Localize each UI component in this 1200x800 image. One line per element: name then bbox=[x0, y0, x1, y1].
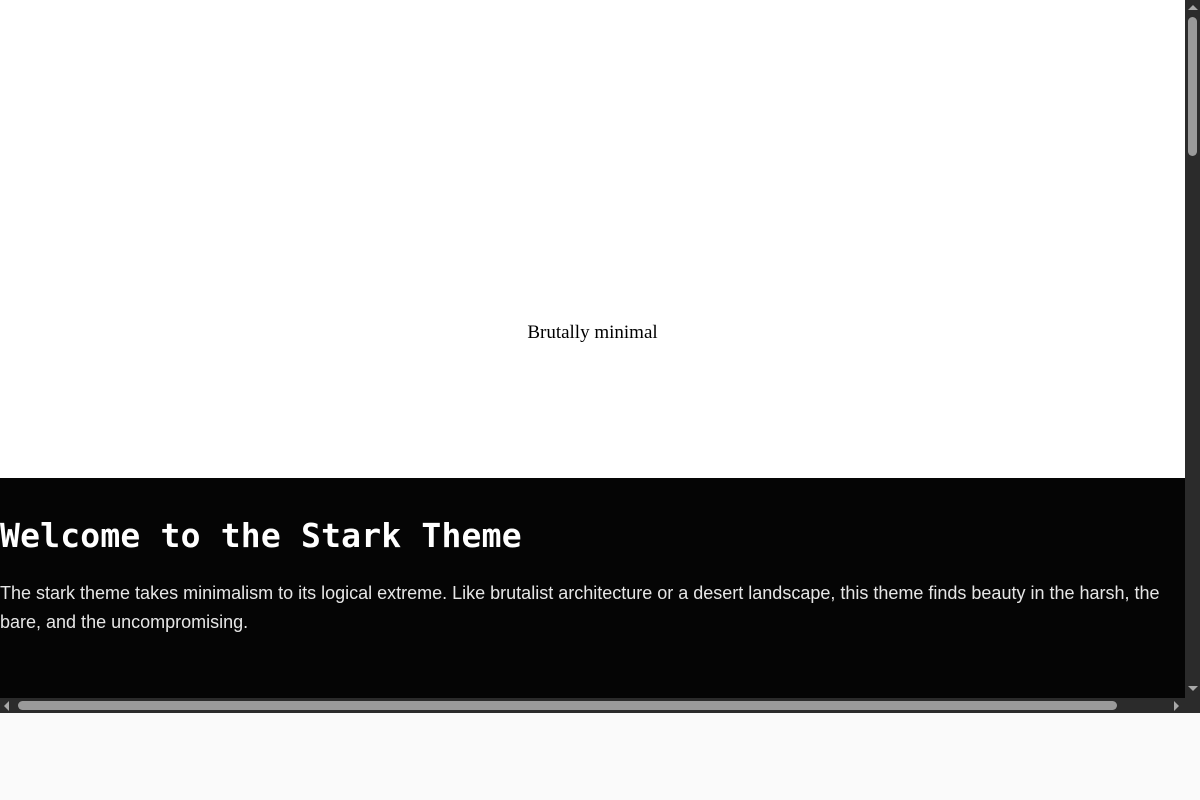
hero-caption: Brutally minimal bbox=[527, 322, 658, 343]
scroll-down-icon[interactable] bbox=[1188, 686, 1198, 691]
scrollbar-corner bbox=[1185, 698, 1200, 713]
scroll-left-icon[interactable] bbox=[4, 701, 9, 711]
vertical-scrollbar[interactable] bbox=[1185, 0, 1200, 698]
horizontal-scroll-thumb[interactable] bbox=[18, 701, 1117, 710]
scroll-up-icon[interactable] bbox=[1188, 5, 1198, 10]
scroll-right-icon[interactable] bbox=[1174, 701, 1179, 711]
intro-section: Welcome to the Stark Theme The stark the… bbox=[0, 478, 1185, 698]
vertical-scroll-thumb[interactable] bbox=[1188, 17, 1197, 156]
browser-viewport: Brutally minimal Welcome to the Stark Th… bbox=[0, 0, 1200, 713]
horizontal-scrollbar[interactable] bbox=[0, 698, 1185, 713]
section-heading: Welcome to the Stark Theme bbox=[0, 516, 522, 555]
section-body: The stark theme takes minimalism to its … bbox=[0, 583, 1160, 632]
page-content: Brutally minimal Welcome to the Stark Th… bbox=[0, 0, 1185, 698]
hero-section: Brutally minimal bbox=[0, 0, 1185, 478]
empty-area bbox=[0, 713, 1200, 800]
